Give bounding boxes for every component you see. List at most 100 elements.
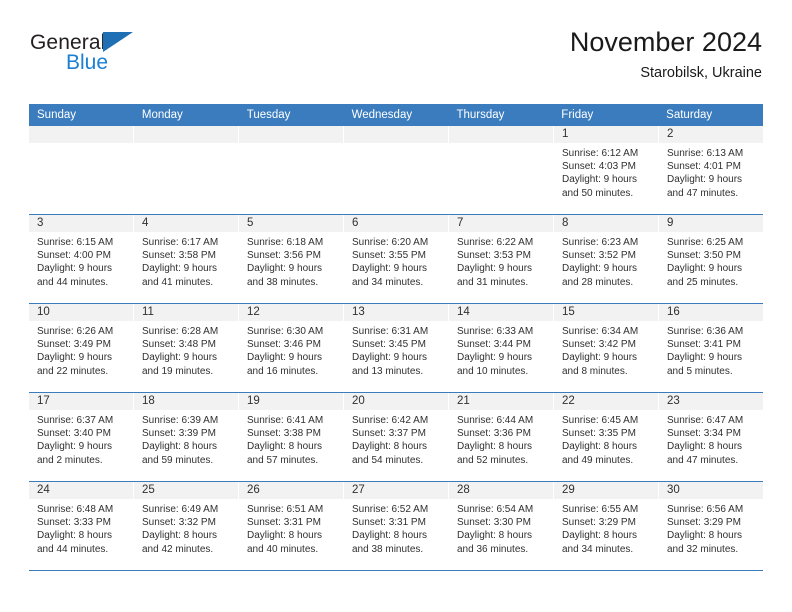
day-cell[interactable]: 5 Sunrise: 6:18 AM Sunset: 3:56 PM Dayli… [239, 215, 344, 303]
sunset-text: Sunset: 3:58 PM [142, 250, 216, 262]
day-cell[interactable]: 10 Sunrise: 6:26 AM Sunset: 3:49 PM Dayl… [29, 304, 134, 392]
daylight-text-line2: and 16 minutes. [247, 365, 319, 377]
day-cell[interactable]: 9 Sunrise: 6:25 AM Sunset: 3:50 PM Dayli… [659, 215, 763, 303]
day-cell[interactable]: 17 Sunrise: 6:37 AM Sunset: 3:40 PM Dayl… [29, 393, 134, 481]
day-cell[interactable]: 23 Sunrise: 6:47 AM Sunset: 3:34 PM Dayl… [659, 393, 763, 481]
day-details: Sunrise: 6:49 AM Sunset: 3:32 PM Dayligh… [134, 499, 238, 556]
calendar-grid: Sunday Monday Tuesday Wednesday Thursday… [29, 104, 763, 571]
daylight-text-line2: and 38 minutes. [247, 276, 319, 288]
day-cell[interactable] [239, 126, 344, 214]
day-cell[interactable]: 24 Sunrise: 6:48 AM Sunset: 3:33 PM Dayl… [29, 482, 134, 570]
sunset-text: Sunset: 3:38 PM [247, 428, 321, 440]
sunrise-text: Sunrise: 6:56 AM [667, 504, 744, 515]
daylight-text-line1: Daylight: 9 hours [142, 352, 218, 364]
daylight-text-line1: Daylight: 9 hours [457, 352, 533, 364]
daylight-text-line1: Daylight: 8 hours [247, 441, 323, 453]
sunset-text: Sunset: 3:42 PM [562, 339, 636, 351]
day-cell[interactable]: 12 Sunrise: 6:30 AM Sunset: 3:46 PM Dayl… [239, 304, 344, 392]
daylight-text-line2: and 49 minutes. [562, 454, 634, 466]
day-number: 12 [239, 304, 343, 321]
sunrise-text: Sunrise: 6:15 AM [37, 237, 114, 248]
sunset-text: Sunset: 3:53 PM [457, 250, 531, 262]
day-cell[interactable]: 19 Sunrise: 6:41 AM Sunset: 3:38 PM Dayl… [239, 393, 344, 481]
day-number: 29 [554, 482, 658, 499]
weekday-header-sunday: Sunday [37, 109, 77, 121]
day-cell[interactable]: 25 Sunrise: 6:49 AM Sunset: 3:32 PM Dayl… [134, 482, 239, 570]
day-number [449, 126, 553, 143]
day-cell[interactable]: 7 Sunrise: 6:22 AM Sunset: 3:53 PM Dayli… [449, 215, 554, 303]
day-cell[interactable]: 26 Sunrise: 6:51 AM Sunset: 3:31 PM Dayl… [239, 482, 344, 570]
weekday-header-tuesday: Tuesday [246, 109, 291, 121]
day-cell[interactable]: 6 Sunrise: 6:20 AM Sunset: 3:55 PM Dayli… [344, 215, 449, 303]
day-cell[interactable]: 8 Sunrise: 6:23 AM Sunset: 3:52 PM Dayli… [554, 215, 659, 303]
day-number: 18 [134, 393, 238, 410]
sunrise-text: Sunrise: 6:47 AM [667, 415, 744, 426]
day-number: 21 [449, 393, 553, 410]
sunset-text: Sunset: 4:00 PM [37, 250, 111, 262]
sunrise-text: Sunrise: 6:17 AM [142, 237, 219, 248]
day-cell[interactable]: 20 Sunrise: 6:42 AM Sunset: 3:37 PM Dayl… [344, 393, 449, 481]
day-cell[interactable] [29, 126, 134, 214]
day-cell[interactable]: 3 Sunrise: 6:15 AM Sunset: 4:00 PM Dayli… [29, 215, 134, 303]
day-number: 15 [554, 304, 658, 321]
day-details: Sunrise: 6:52 AM Sunset: 3:31 PM Dayligh… [344, 499, 448, 556]
day-cell[interactable]: 22 Sunrise: 6:45 AM Sunset: 3:35 PM Dayl… [554, 393, 659, 481]
day-cell[interactable]: 18 Sunrise: 6:39 AM Sunset: 3:39 PM Dayl… [134, 393, 239, 481]
day-cell[interactable]: 4 Sunrise: 6:17 AM Sunset: 3:58 PM Dayli… [134, 215, 239, 303]
day-cell[interactable]: 21 Sunrise: 6:44 AM Sunset: 3:36 PM Dayl… [449, 393, 554, 481]
day-cell[interactable]: 16 Sunrise: 6:36 AM Sunset: 3:41 PM Dayl… [659, 304, 763, 392]
day-details: Sunrise: 6:18 AM Sunset: 3:56 PM Dayligh… [239, 232, 343, 289]
sunset-text: Sunset: 3:45 PM [352, 339, 426, 351]
day-cell[interactable] [134, 126, 239, 214]
day-details: Sunrise: 6:56 AM Sunset: 3:29 PM Dayligh… [659, 499, 763, 556]
sunset-text: Sunset: 3:44 PM [457, 339, 531, 351]
daylight-text-line1: Daylight: 8 hours [562, 441, 638, 453]
day-number: 7 [449, 215, 553, 232]
daylight-text-line1: Daylight: 8 hours [142, 441, 218, 453]
day-number: 10 [29, 304, 133, 321]
day-cell[interactable]: 13 Sunrise: 6:31 AM Sunset: 3:45 PM Dayl… [344, 304, 449, 392]
day-number: 27 [344, 482, 448, 499]
day-cell[interactable]: 15 Sunrise: 6:34 AM Sunset: 3:42 PM Dayl… [554, 304, 659, 392]
daylight-text-line1: Daylight: 9 hours [667, 352, 743, 364]
day-details: Sunrise: 6:30 AM Sunset: 3:46 PM Dayligh… [239, 321, 343, 378]
daylight-text-line1: Daylight: 9 hours [352, 352, 428, 364]
sunrise-text: Sunrise: 6:49 AM [142, 504, 219, 515]
day-cell[interactable]: 11 Sunrise: 6:28 AM Sunset: 3:48 PM Dayl… [134, 304, 239, 392]
day-details: Sunrise: 6:31 AM Sunset: 3:45 PM Dayligh… [344, 321, 448, 378]
day-cell[interactable]: 2 Sunrise: 6:13 AM Sunset: 4:01 PM Dayli… [659, 126, 763, 214]
day-cell[interactable]: 1 Sunrise: 6:12 AM Sunset: 4:03 PM Dayli… [554, 126, 659, 214]
sunset-text: Sunset: 3:39 PM [142, 428, 216, 440]
daylight-text-line1: Daylight: 9 hours [142, 263, 218, 275]
day-cell[interactable] [449, 126, 554, 214]
daylight-text-line2: and 44 minutes. [37, 543, 109, 555]
day-cell[interactable] [344, 126, 449, 214]
daylight-text-line2: and 38 minutes. [352, 543, 424, 555]
daylight-text-line1: Daylight: 9 hours [457, 263, 533, 275]
title-block: November 2024 Starobilsk, Ukraine [570, 26, 762, 83]
day-number: 22 [554, 393, 658, 410]
day-cell[interactable]: 27 Sunrise: 6:52 AM Sunset: 3:31 PM Dayl… [344, 482, 449, 570]
daylight-text-line2: and 59 minutes. [142, 454, 214, 466]
sunrise-text: Sunrise: 6:33 AM [457, 326, 534, 337]
day-cell[interactable]: 14 Sunrise: 6:33 AM Sunset: 3:44 PM Dayl… [449, 304, 554, 392]
day-cell[interactable]: 28 Sunrise: 6:54 AM Sunset: 3:30 PM Dayl… [449, 482, 554, 570]
day-cell[interactable]: 30 Sunrise: 6:56 AM Sunset: 3:29 PM Dayl… [659, 482, 763, 570]
day-cell[interactable]: 29 Sunrise: 6:55 AM Sunset: 3:29 PM Dayl… [554, 482, 659, 570]
daylight-text-line2: and 44 minutes. [37, 276, 109, 288]
daylight-text-line1: Daylight: 9 hours [667, 263, 743, 275]
day-number [29, 126, 133, 143]
brand-name-blue: Blue [66, 51, 109, 74]
day-number: 6 [344, 215, 448, 232]
day-details: Sunrise: 6:23 AM Sunset: 3:52 PM Dayligh… [554, 232, 658, 289]
day-details: Sunrise: 6:13 AM Sunset: 4:01 PM Dayligh… [659, 143, 763, 200]
sunset-text: Sunset: 3:50 PM [667, 250, 741, 262]
daylight-text-line2: and 36 minutes. [457, 543, 529, 555]
day-number: 4 [134, 215, 238, 232]
daylight-text-line1: Daylight: 9 hours [562, 174, 638, 186]
day-number: 8 [554, 215, 658, 232]
brand-logo[interactable]: General Blue [30, 32, 260, 90]
sunrise-text: Sunrise: 6:42 AM [352, 415, 429, 426]
day-details: Sunrise: 6:42 AM Sunset: 3:37 PM Dayligh… [344, 410, 448, 467]
day-details: Sunrise: 6:34 AM Sunset: 3:42 PM Dayligh… [554, 321, 658, 378]
